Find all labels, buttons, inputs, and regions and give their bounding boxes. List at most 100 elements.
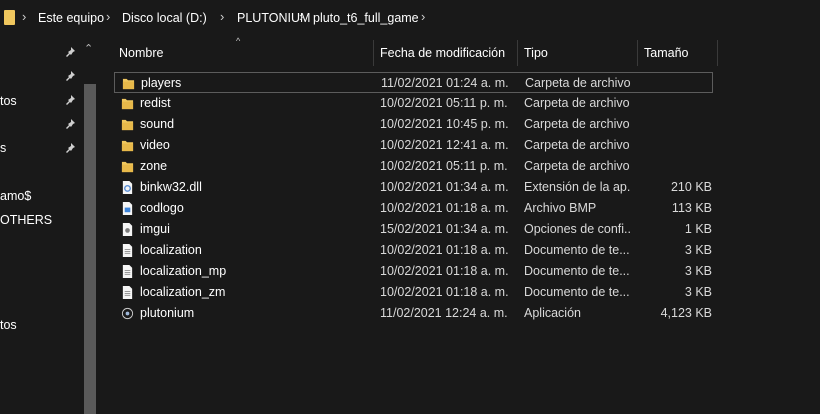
file-row[interactable]: localization 10/02/2021 01:18 a. m. Docume…: [114, 240, 713, 261]
pin-icon[interactable]: [64, 70, 76, 82]
text-document-icon: [121, 264, 134, 279]
breadcrumb-item[interactable]: Este equipo: [38, 11, 104, 25]
file-name: imgui: [140, 222, 170, 236]
file-type: Opciones de confi...: [524, 222, 630, 236]
file-name: video: [140, 138, 170, 152]
file-list-pane: ^ Nombre Fecha de modificación Tipo Tama…: [98, 36, 820, 414]
folder-icon: [121, 138, 134, 153]
bmp-icon: [121, 201, 134, 216]
folder-icon: [121, 117, 134, 132]
file-type: Aplicación: [524, 306, 581, 320]
file-modified: 11/02/2021 12:24 a. m.: [380, 306, 508, 320]
file-modified: 10/02/2021 05:11 p. m.: [380, 96, 508, 110]
pin-icon[interactable]: [64, 46, 76, 58]
file-row[interactable]: video 10/02/2021 12:41 a. m. Carpeta de ar…: [114, 135, 713, 156]
file-modified: 10/02/2021 01:18 a. m.: [380, 201, 509, 215]
file-name: sound: [140, 117, 175, 131]
column-divider[interactable]: [717, 40, 718, 66]
file-row[interactable]: players 11/02/2021 01:24 a. m. Carpeta de …: [114, 72, 713, 93]
file-type: Documento de te...: [524, 264, 630, 278]
file-type: Documento de te...: [524, 243, 630, 257]
file-row[interactable]: redist 10/02/2021 05:11 p. m. Carpeta de a…: [114, 93, 713, 114]
file-modified: 10/02/2021 05:11 p. m.: [380, 159, 508, 173]
nav-item[interactable]: amo$: [0, 189, 31, 203]
file-size: 3 KB: [684, 243, 712, 257]
column-header-name[interactable]: Nombre: [119, 40, 163, 66]
file-modified: 10/02/2021 10:45 p. m.: [380, 117, 509, 131]
file-name: localization_mp: [140, 264, 227, 278]
file-modified: 11/02/2021 01:24 a. m.: [381, 76, 509, 90]
ini-icon: [121, 222, 134, 237]
chevron-right-icon[interactable]: ›: [299, 9, 303, 24]
file-type: Carpeta de archivos: [525, 76, 631, 90]
file-size: 3 KB: [684, 285, 712, 299]
column-header-modified[interactable]: Fecha de modificación: [380, 40, 505, 66]
file-size: 4,123 KB: [660, 306, 712, 320]
breadcrumb-item[interactable]: Disco local (D:): [122, 11, 207, 25]
file-name: zone: [140, 159, 168, 173]
sort-ascending-icon: ^: [236, 36, 241, 46]
file-name: redist: [140, 96, 171, 110]
pin-icon[interactable]: [64, 142, 76, 154]
chevron-right-icon[interactable]: ›: [106, 9, 110, 24]
nav-scrollbar-thumb[interactable]: [84, 84, 96, 414]
file-name: plutonium: [140, 306, 195, 320]
file-name: codlogo: [140, 201, 184, 215]
folder-icon: [122, 76, 135, 91]
file-name: players: [141, 76, 182, 90]
file-name: localization_zm: [140, 285, 226, 299]
file-type: Carpeta de archivos: [524, 117, 630, 131]
column-divider[interactable]: [517, 40, 518, 66]
file-row[interactable]: imgui 15/02/2021 01:34 a. m. Opciones de c…: [114, 219, 713, 240]
file-modified: 15/02/2021 01:34 a. m.: [380, 222, 509, 236]
folder-icon: [121, 96, 134, 111]
file-size: 210 KB: [670, 180, 712, 194]
file-name: binkw32.dll: [140, 180, 202, 194]
file-size: 3 KB: [684, 264, 712, 278]
file-row[interactable]: localization_mp 10/02/2021 01:18 a. m. Doc…: [114, 261, 713, 282]
folder-icon: [121, 159, 134, 174]
folder-icon: [4, 10, 15, 25]
file-modified: 10/02/2021 01:18 a. m.: [380, 285, 509, 299]
chevron-right-icon: ›: [22, 9, 27, 24]
file-type: Carpeta de archivos: [524, 96, 630, 110]
scroll-up-icon[interactable]: ⌃: [84, 42, 93, 55]
nav-item[interactable]: tos: [0, 318, 17, 332]
file-row[interactable]: plutonium 11/02/2021 12:24 a. m. Aplicació…: [114, 303, 713, 324]
column-header-size[interactable]: Tamaño: [644, 40, 688, 66]
chevron-right-icon[interactable]: ›: [421, 9, 425, 24]
text-document-icon: [121, 285, 134, 300]
file-type: Carpeta de archivos: [524, 159, 630, 173]
file-type: Documento de te...: [524, 285, 630, 299]
file-row[interactable]: localization_zm 10/02/2021 01:18 a. m. Doc…: [114, 282, 713, 303]
address-bar[interactable]: › Este equipo › Disco local (D:) › PLUTO…: [0, 0, 820, 36]
nav-item[interactable]: s: [0, 141, 6, 155]
nav-item[interactable]: OTHERS: [0, 213, 52, 227]
file-row[interactable]: binkw32.dll 10/02/2021 01:34 a. m. Extensi…: [114, 177, 713, 198]
file-type: Archivo BMP: [524, 201, 597, 215]
file-modified: 10/02/2021 12:41 a. m.: [380, 138, 509, 152]
pin-icon[interactable]: [64, 118, 76, 130]
file-type: Carpeta de archivos: [524, 138, 630, 152]
application-icon: [121, 306, 134, 321]
file-modified: 10/02/2021 01:18 a. m.: [380, 243, 509, 257]
file-row[interactable]: zone 10/02/2021 05:11 p. m. Carpeta de arc…: [114, 156, 713, 177]
file-size: 1 KB: [684, 222, 712, 236]
file-type: Extensión de la ap...: [524, 180, 630, 194]
dll-icon: [121, 180, 134, 195]
text-document-icon: [121, 243, 134, 258]
file-size: 113 KB: [671, 201, 712, 215]
file-modified: 10/02/2021 01:34 a. m.: [380, 180, 509, 194]
column-header-type[interactable]: Tipo: [524, 40, 548, 66]
column-divider[interactable]: [637, 40, 638, 66]
file-row[interactable]: sound 10/02/2021 10:45 p. m. Carpeta de ar…: [114, 114, 713, 135]
column-divider[interactable]: [373, 40, 374, 66]
navigation-pane: tos s amo$ OTHERS tos ⌃: [0, 36, 98, 414]
nav-item[interactable]: tos: [0, 94, 17, 108]
file-row[interactable]: codlogo 10/02/2021 01:18 a. m. Archivo BMP…: [114, 198, 713, 219]
file-modified: 10/02/2021 01:18 a. m.: [380, 264, 509, 278]
file-name: localization: [140, 243, 202, 257]
pin-icon[interactable]: [64, 94, 76, 106]
chevron-right-icon[interactable]: ›: [220, 9, 224, 24]
breadcrumb-item[interactable]: pluto_t6_full_game: [313, 11, 419, 25]
